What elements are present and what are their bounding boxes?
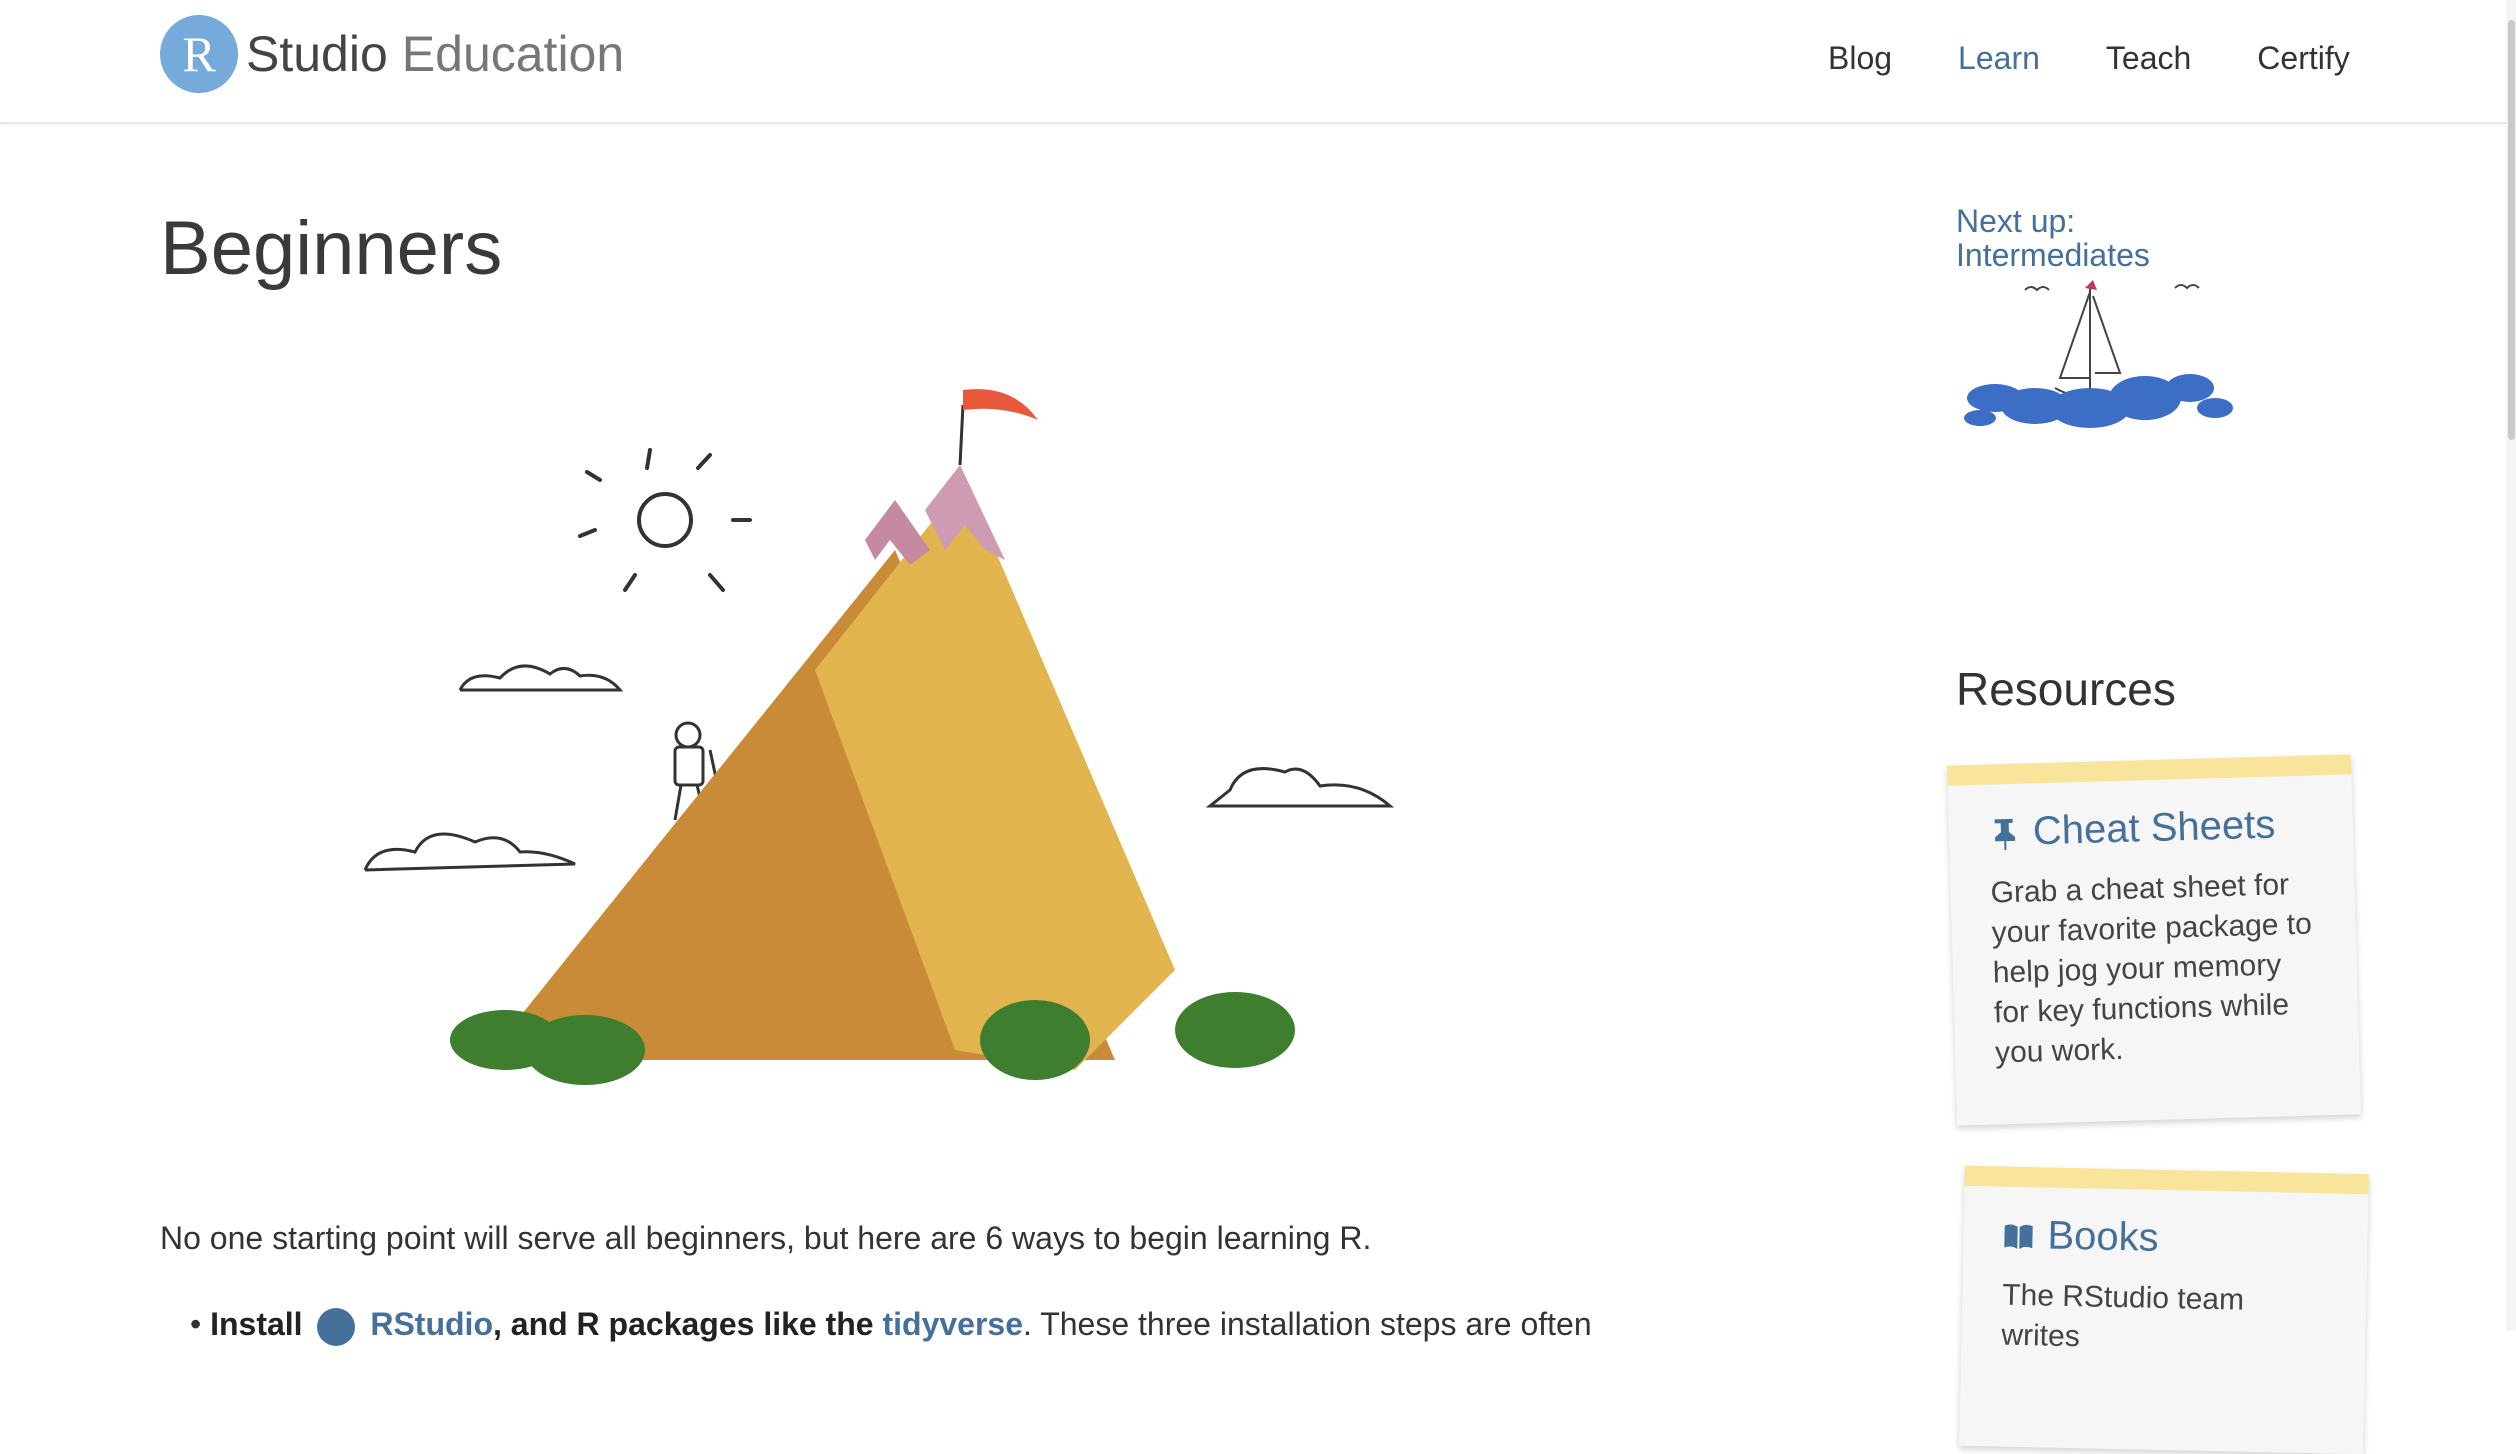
mountains-illustration <box>363 389 1395 1085</box>
bullet-mid-text: , and R packages like the <box>492 1306 874 1342</box>
card-header: Books <box>2003 1213 2368 1266</box>
top-nav: Blog Learn Teach Certify <box>1828 40 2350 77</box>
card-text: The RStudio team writes <box>2001 1278 2245 1354</box>
resources-heading: Resources <box>1956 663 2176 715</box>
site-header: R Studio Education Blog Learn Teach Cert… <box>0 0 2516 124</box>
next-up-label: Next up: <box>1956 203 2076 239</box>
logo-studio-text: Studio <box>246 26 388 82</box>
rstudio-education-logo[interactable]: R Studio Education <box>160 14 624 94</box>
rstudio-icon <box>317 1307 356 1346</box>
next-up-target: Intermediates <box>1956 237 2150 273</box>
page-scrollbar[interactable] <box>2506 0 2516 1330</box>
card-text: Grab a cheat sheet for your favorite pac… <box>1990 868 2313 1070</box>
intro-text: No one starting point will serve all beg… <box>160 1220 1372 1256</box>
sailboat-illustration[interactable] <box>1955 278 2255 448</box>
nav-certify[interactable]: Certify <box>2257 40 2349 77</box>
rstudio-link[interactable]: RStudio <box>370 1306 493 1342</box>
scrollbar-thumb[interactable] <box>2508 20 2515 440</box>
r-logo-icon: R <box>160 15 238 93</box>
page-title: Beginners <box>160 206 503 291</box>
nav-blog[interactable]: Blog <box>1828 40 1892 77</box>
books-card[interactable]: Books The RStudio team writes <box>1959 1165 2369 1454</box>
card-header: Cheat Sheets <box>1988 800 2353 855</box>
cheat-sheets-card[interactable]: Cheat Sheets Grab a cheat sheet for your… <box>1947 754 2361 1126</box>
logo-education-text: Education <box>401 26 625 82</box>
pin-icon <box>1994 818 2016 850</box>
book-icon <box>2004 1223 2033 1249</box>
next-up-link[interactable]: Next up: Intermediates <box>1956 204 2150 272</box>
list-item: • Install RStudio, and R packages like t… <box>190 1306 1890 1346</box>
bullet-rest-text: . These three installation steps are oft… <box>1023 1306 1592 1342</box>
install-label: Install <box>210 1306 303 1342</box>
card-title[interactable]: Books <box>2047 1214 2159 1261</box>
card-title[interactable]: Cheat Sheets <box>2032 803 2276 855</box>
nav-teach[interactable]: Teach <box>2106 40 2191 77</box>
nav-learn[interactable]: Learn <box>1958 40 2040 77</box>
tidyverse-link[interactable]: tidyverse <box>882 1306 1023 1342</box>
